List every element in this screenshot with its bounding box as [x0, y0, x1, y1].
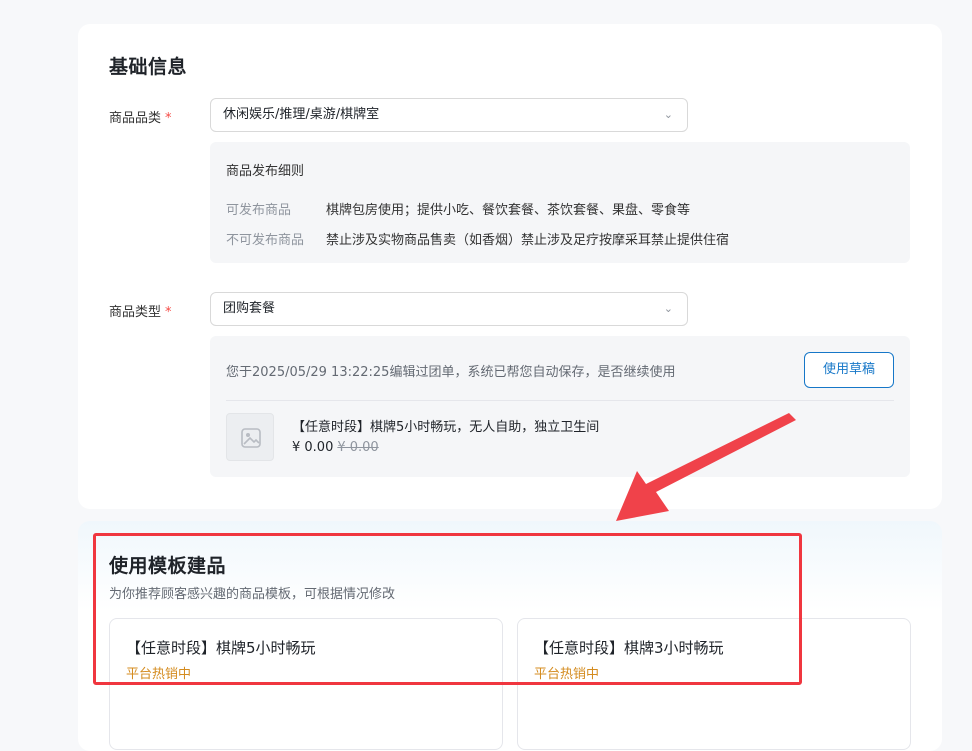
required-mark: *: [165, 305, 172, 320]
required-mark: *: [165, 111, 172, 126]
publish-rules-panel: 商品发布细则 可发布商品 棋牌包房使用；提供小吃、餐饮套餐、茶饮套餐、果盘、零食等…: [210, 142, 910, 263]
section-title-basic-info: 基础信息: [109, 56, 188, 78]
divider: [226, 400, 894, 401]
type-select[interactable]: 团购套餐 ⌄: [210, 292, 688, 326]
category-label: 商品品类 *: [109, 107, 172, 126]
rule-forbidden-label: 不可发布商品: [226, 233, 305, 248]
type-select-value: 团购套餐: [223, 301, 276, 316]
rule-forbidden: 不可发布商品 禁止涉及实物商品售卖（如香烟）禁止涉及足疗按摩采耳禁止提供住宿: [226, 229, 729, 248]
category-label-text: 商品品类: [109, 111, 162, 126]
use-draft-button[interactable]: 使用草稿: [804, 352, 894, 388]
draft-original-price: ¥ 0.00: [337, 440, 379, 455]
rule-allowed-label: 可发布商品: [226, 203, 292, 218]
draft-panel: 您于2025/05/29 13:22:25编辑过团单，系统已帮您自动保存，是否继…: [210, 336, 910, 477]
type-label: 商品类型 *: [109, 301, 172, 320]
draft-current-price: ¥ 0.00: [292, 440, 334, 455]
annotation-highlight-box: [93, 533, 802, 685]
category-select-value: 休闲娱乐/推理/桌游/棋牌室: [223, 107, 380, 122]
image-placeholder-icon: [241, 428, 261, 448]
draft-product-name: 【任意时段】棋牌5小时畅玩，无人自助，独立卫生间: [292, 420, 600, 435]
category-select[interactable]: 休闲娱乐/推理/桌游/棋牌室 ⌄: [210, 98, 688, 132]
type-label-text: 商品类型: [109, 305, 162, 320]
draft-message: 您于2025/05/29 13:22:25编辑过团单，系统已帮您自动保存，是否继…: [226, 365, 676, 380]
chevron-down-icon: ⌄: [663, 108, 673, 121]
basic-info-card: 基础信息 商品品类 * 休闲娱乐/推理/桌游/棋牌室 ⌄ 商品发布细则 可发布商品…: [78, 24, 942, 509]
rule-allowed: 可发布商品 棋牌包房使用；提供小吃、餐饮套餐、茶饮套餐、果盘、零食等: [226, 199, 690, 218]
chevron-down-icon: ⌄: [663, 302, 673, 315]
rule-forbidden-value: 禁止涉及实物商品售卖（如香烟）禁止涉及足疗按摩采耳禁止提供住宿: [326, 233, 730, 248]
draft-price: ¥ 0.00 ¥ 0.00: [292, 440, 379, 455]
draft-thumbnail: [226, 413, 274, 461]
rules-title: 商品发布细则: [226, 164, 305, 179]
rule-allowed-value: 棋牌包房使用；提供小吃、餐饮套餐、茶饮套餐、果盘、零食等: [326, 203, 691, 218]
